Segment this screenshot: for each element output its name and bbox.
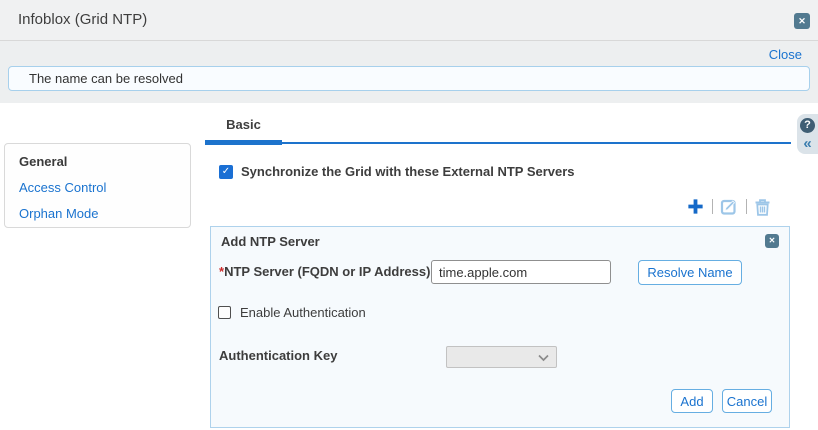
toolbar-separator <box>746 199 747 214</box>
enable-auth-label: Enable Authentication <box>240 305 366 320</box>
delete-server-button[interactable] <box>754 198 771 216</box>
tab-basic[interactable]: Basic <box>205 117 282 132</box>
notice-banner: The name can be resolved <box>8 66 810 91</box>
close-icon: ✕ <box>769 236 776 245</box>
ntp-server-label: *NTP Server (FQDN or IP Address) <box>219 264 430 279</box>
dialog-content: Basic ? « General Access Control Orphan … <box>0 103 818 430</box>
authentication-key-select[interactable] <box>446 346 557 368</box>
sync-ntp-checkbox[interactable]: ✓ <box>219 165 233 179</box>
panel-title: Add NTP Server <box>221 234 320 249</box>
tab-divider-line <box>205 142 791 144</box>
resolve-name-button[interactable]: Resolve Name <box>638 260 742 285</box>
sidebar-item-general[interactable]: General <box>19 149 190 175</box>
dialog-titlebar: Infoblox (Grid NTP) ✕ <box>0 0 818 41</box>
close-icon: ✕ <box>798 16 806 26</box>
trash-icon <box>754 198 771 216</box>
dialog-subheader: Close The name can be resolved <box>0 41 818 103</box>
enable-auth-checkbox[interactable] <box>218 306 231 319</box>
close-link[interactable]: Close <box>769 47 802 62</box>
auth-key-label: Authentication Key <box>219 348 337 363</box>
sync-ntp-label: Synchronize the Grid with these External… <box>241 164 575 179</box>
ntp-server-input[interactable] <box>431 260 611 284</box>
add-ntp-server-panel: Add NTP Server ✕ *NTP Server (FQDN or IP… <box>210 226 790 428</box>
add-button[interactable]: Add <box>671 389 713 413</box>
grid-ntp-dialog: Infoblox (Grid NTP) ✕ Close The name can… <box>0 0 818 430</box>
edit-icon <box>720 197 739 216</box>
toolbar-separator <box>712 199 713 214</box>
sidebar-item-access-control[interactable]: Access Control <box>19 175 190 201</box>
chevron-down-icon <box>538 354 549 362</box>
edit-server-button[interactable] <box>720 197 739 216</box>
dialog-close-button[interactable]: ✕ <box>794 13 810 29</box>
help-strip: ? « <box>797 114 818 154</box>
notice-message: The name can be resolved <box>29 71 183 86</box>
sidebar: General Access Control Orphan Mode <box>4 143 191 228</box>
sync-ntp-row: ✓ Synchronize the Grid with these Extern… <box>219 164 575 179</box>
enable-auth-row: Enable Authentication <box>218 305 366 320</box>
help-icon[interactable]: ? <box>800 118 815 133</box>
check-icon: ✓ <box>222 166 230 177</box>
cancel-button[interactable]: Cancel <box>722 389 772 413</box>
server-list-toolbar <box>686 197 771 216</box>
tab-active-indicator <box>205 140 282 145</box>
chevrons-left-icon[interactable]: « <box>803 137 811 150</box>
panel-close-button[interactable]: ✕ <box>765 234 779 248</box>
page-title: Infoblox (Grid NTP) <box>18 11 147 28</box>
plus-icon <box>686 197 705 216</box>
sidebar-item-orphan-mode[interactable]: Orphan Mode <box>19 201 190 227</box>
add-server-button[interactable] <box>686 197 705 216</box>
panel-footer: Add Cancel <box>671 389 772 413</box>
